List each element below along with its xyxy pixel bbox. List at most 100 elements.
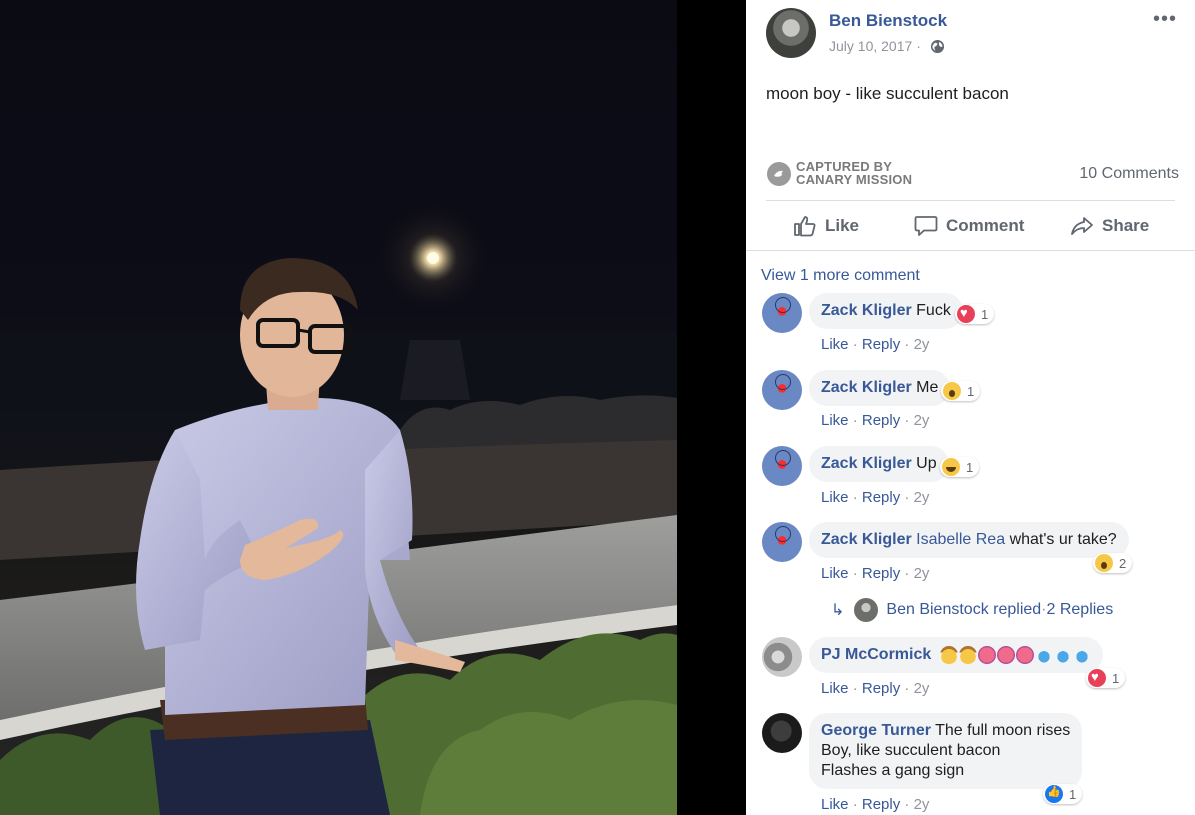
like-button-label: Like	[825, 216, 860, 235]
commenter-avatar[interactable]	[762, 370, 802, 410]
like-button[interactable]: Like	[793, 213, 859, 239]
comment-time[interactable]: 2y	[914, 412, 930, 429]
tired-face-icon	[996, 645, 1015, 664]
comment-meta: Like · Reply · 2y	[821, 680, 929, 697]
comment-like-link[interactable]: Like	[821, 680, 849, 697]
meta-separator: ·	[852, 336, 862, 353]
meta-separator: ·	[904, 680, 914, 697]
meta-separator: ·	[904, 489, 914, 506]
reply-verb: replied	[993, 601, 1042, 618]
comment-time[interactable]: 2y	[914, 565, 930, 582]
commenter-name[interactable]: Zack Kligler	[821, 455, 912, 472]
cowboy-face-icon	[958, 645, 977, 664]
view-replies-link[interactable]: ↳ Ben Bienstock replied · 2 Replies	[831, 598, 1113, 622]
reply-count: 2 Replies	[1046, 601, 1114, 618]
globe-icon	[930, 39, 945, 54]
reaction-badge[interactable]: 1	[955, 304, 995, 324]
comment-bubble: George Turner The full moon rises Boy, l…	[809, 713, 1083, 789]
comment-bubble: Zack Kligler Up	[809, 446, 949, 482]
comment-like-link[interactable]: Like	[821, 796, 849, 813]
more-options-icon[interactable]: •••	[1153, 9, 1177, 29]
commenter-avatar[interactable]	[762, 293, 802, 333]
wow-reaction-icon	[1095, 554, 1113, 572]
reply-author-name: Ben Bienstock	[886, 601, 989, 618]
comment-like-link[interactable]: Like	[821, 336, 849, 353]
comment-bubble-icon	[914, 216, 938, 236]
thumbs-up-icon	[794, 216, 816, 237]
comment-text: Up	[916, 455, 937, 472]
emoji-sequence	[939, 645, 1091, 664]
commenter-name[interactable]: George Turner	[821, 722, 931, 739]
date-separator: ·	[916, 38, 921, 54]
commenter-avatar[interactable]	[762, 522, 802, 562]
reaction-badge[interactable]: 1	[1086, 668, 1126, 688]
commenter-avatar[interactable]	[762, 637, 802, 677]
comment-meta: Like · Reply · 2y	[821, 796, 929, 813]
wow-reaction-icon	[943, 382, 961, 400]
commenter-name[interactable]: PJ McCormick	[821, 646, 931, 663]
sweat-drops-icon	[1053, 645, 1072, 664]
meta-separator: ·	[904, 565, 914, 582]
commenter-avatar[interactable]	[762, 446, 802, 486]
share-button[interactable]: Share	[1070, 213, 1149, 239]
comment-text: what's ur take?	[1009, 531, 1117, 548]
comment-reply-link[interactable]: Reply	[862, 565, 900, 582]
tagged-user-link[interactable]: Isabelle Rea	[916, 531, 1005, 548]
reaction-badge[interactable]: 2	[1093, 553, 1133, 573]
meta-separator: ·	[852, 565, 862, 582]
meta-separator: ·	[852, 680, 862, 697]
sweat-drops-icon	[1034, 645, 1053, 664]
author-name-link[interactable]: Ben Bienstock	[829, 11, 947, 31]
reaction-count: 1	[981, 306, 989, 322]
divider	[746, 250, 1195, 251]
comment-reply-link[interactable]: Reply	[862, 796, 900, 813]
reaction-count: 1	[966, 459, 974, 475]
commenter-name[interactable]: Zack Kligler	[821, 531, 912, 548]
comment-time[interactable]: 2y	[914, 336, 930, 353]
post-date[interactable]: July 10, 2017 ·	[829, 38, 921, 54]
comment-time[interactable]: 2y	[914, 489, 930, 506]
comment-like-link[interactable]: Like	[821, 412, 849, 429]
comment-reply-link[interactable]: Reply	[862, 336, 900, 353]
comment-text-line: Boy, like succulent bacon	[821, 742, 1001, 759]
reaction-count: 1	[1112, 670, 1120, 686]
meta-separator: ·	[904, 412, 914, 429]
comment-bubble: Zack Kligler Me	[809, 370, 951, 406]
reaction-badge[interactable]: 1	[1043, 784, 1083, 804]
love-reaction-icon	[957, 305, 975, 323]
photo-viewer[interactable]	[0, 0, 746, 815]
comment-meta: Like · Reply · 2y	[821, 412, 929, 429]
comment-count-link[interactable]: 10 Comments	[1079, 165, 1179, 183]
commenter-name[interactable]: Zack Kligler	[821, 379, 912, 396]
comment-like-link[interactable]: Like	[821, 489, 849, 506]
like-reaction-icon	[1045, 785, 1063, 803]
moon	[427, 252, 439, 264]
comment-time[interactable]: 2y	[914, 680, 930, 697]
comment-bubble: PJ McCormick	[809, 637, 1103, 673]
love-reaction-icon	[1088, 669, 1106, 687]
comment-meta: Like · Reply · 2y	[821, 336, 929, 353]
comment-time[interactable]: 2y	[914, 796, 930, 813]
captured-line2: CANARY MISSION	[796, 172, 913, 187]
comment-reply-link[interactable]: Reply	[862, 489, 900, 506]
reaction-count: 2	[1119, 555, 1127, 571]
comment-reply-link[interactable]: Reply	[862, 680, 900, 697]
tired-face-icon	[977, 645, 996, 664]
comment-like-link[interactable]: Like	[821, 565, 849, 582]
comment-button[interactable]: Comment	[914, 213, 1024, 239]
comment-reply-link[interactable]: Reply	[862, 412, 900, 429]
comment-bubble: Zack Kligler Isabelle Rea what's ur take…	[809, 522, 1129, 558]
reply-author-avatar	[854, 598, 879, 622]
reaction-badge[interactable]: 1	[941, 381, 981, 401]
post-date-text[interactable]: July 10, 2017	[829, 38, 912, 54]
author-avatar[interactable]	[766, 8, 816, 58]
commenter-name[interactable]: Zack Kligler	[821, 302, 912, 319]
comment-button-label: Comment	[946, 216, 1025, 235]
sweat-drops-icon	[1072, 645, 1091, 664]
haha-reaction-icon	[942, 458, 960, 476]
commenter-avatar[interactable]	[762, 713, 802, 753]
view-more-comments-link[interactable]: View 1 more comment	[761, 267, 920, 285]
reaction-badge[interactable]: 1	[940, 457, 980, 477]
post-photo[interactable]	[0, 0, 677, 815]
photo-illustration	[0, 198, 677, 815]
